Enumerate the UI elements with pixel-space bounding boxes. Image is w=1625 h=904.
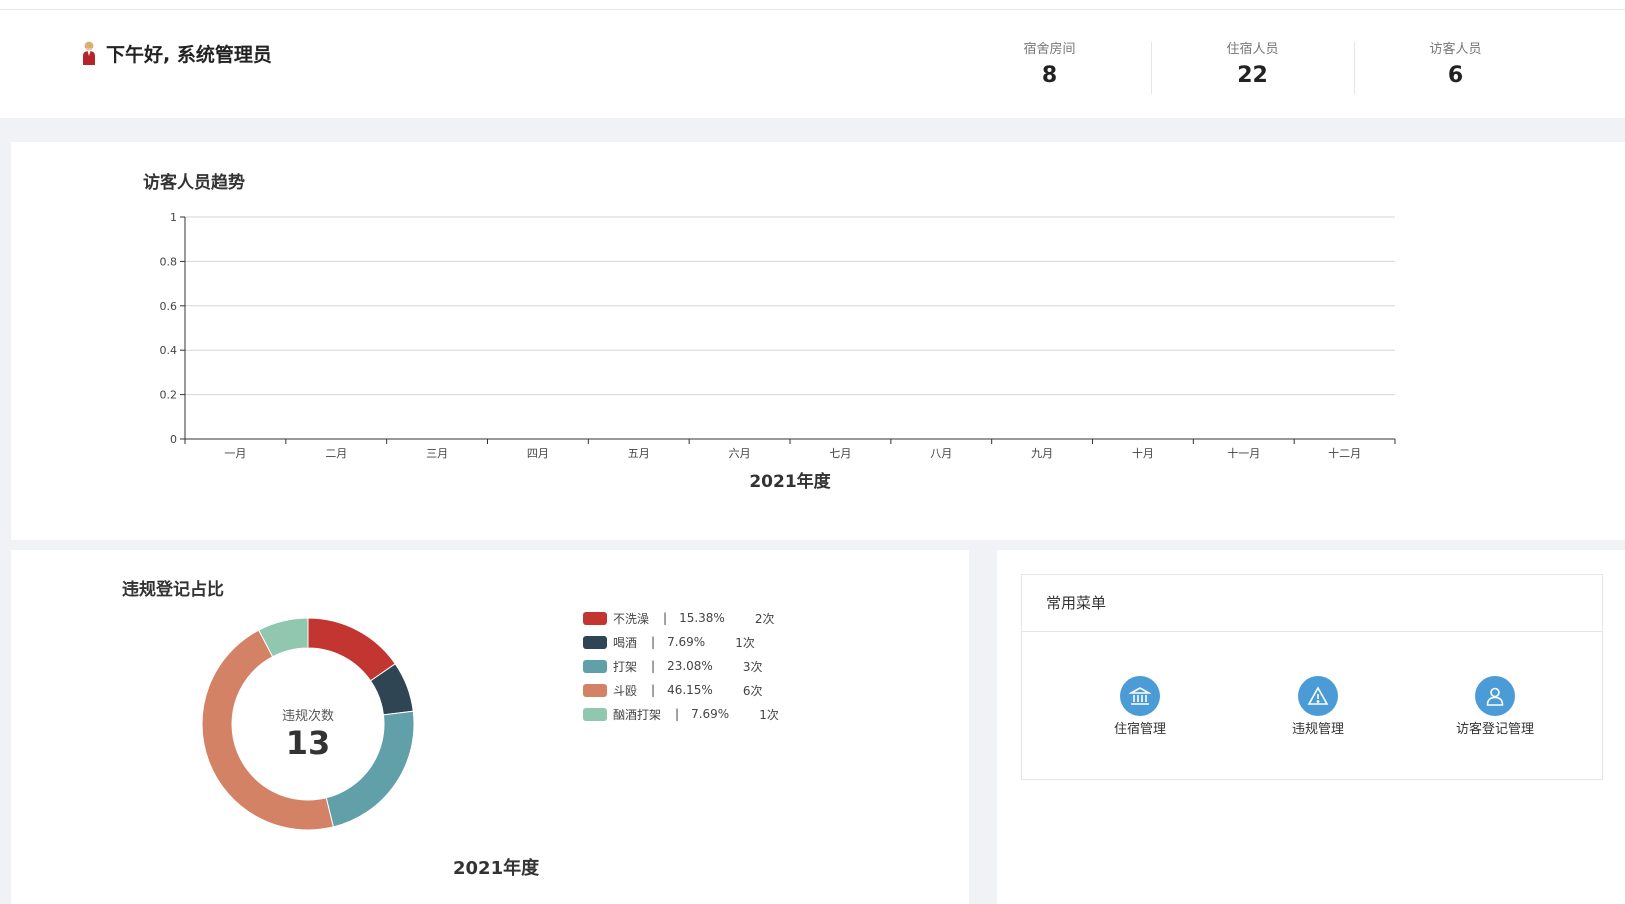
legend-name: 不洗澡 — [613, 611, 650, 626]
legend-count: 3次 — [742, 659, 763, 674]
y-tick-label: 0.4 — [160, 344, 178, 357]
legend-sep: | — [651, 659, 656, 673]
x-tick-label: 十二月 — [1328, 446, 1361, 460]
legend-percent: 15.38% — [679, 611, 725, 625]
stat-value: 22 — [1237, 63, 1268, 88]
y-tick-label: 1 — [170, 211, 177, 224]
warning-icon — [1298, 676, 1338, 716]
donut-slice[interactable] — [307, 617, 396, 682]
menu-item-accommodation[interactable]: 住宿管理 — [1080, 676, 1200, 737]
greeting: 下午好, 系统管理员 — [80, 38, 272, 68]
legend-item[interactable]: 打架 | 23.08% 3次 — [583, 654, 779, 678]
donut-center-value: 13 — [285, 724, 331, 762]
greeting-text: 下午好, 系统管理员 — [106, 43, 272, 66]
admin-avatar-icon — [83, 41, 95, 65]
x-tick-label: 七月 — [829, 447, 851, 460]
x-tick-label: 一月 — [224, 447, 246, 460]
x-tick-label: 五月 — [628, 447, 650, 460]
dashboard-header: 下午好, 系统管理员 宿舍房间 8 住宿人员 22 访客人员 6 — [0, 10, 1625, 118]
legend-percent: 7.69% — [667, 635, 706, 649]
x-tick-label: 十月 — [1132, 446, 1154, 460]
visitor-trend-chart: 0 0.2 0.4 0.6 0.8 1 一月 二月 三月 四月 五月 六月 七月 八月 九月 十月 十一月 十二月… — [160, 211, 1396, 492]
legend-name: 斗殴 — [613, 683, 638, 698]
legend-sep: | — [651, 635, 656, 649]
legend-count: 6次 — [742, 683, 763, 698]
menu-card-title: 常用菜单 — [1022, 575, 1602, 632]
menu-item-violation[interactable]: 违规管理 — [1258, 676, 1378, 737]
legend-swatch — [583, 683, 607, 697]
donut-center-label: 违规次数 — [281, 709, 334, 724]
legend-percent: 23.08% — [667, 659, 713, 673]
y-tick-label: 0.8 — [160, 255, 178, 268]
y-tick-label: 0 — [170, 433, 177, 446]
menu-item-label: 访客登记管理 — [1455, 722, 1534, 737]
legend-item[interactable]: 喝酒 | 7.69% 1次 — [583, 630, 779, 654]
legend-swatch — [583, 611, 607, 625]
stat-label: 住宿人员 — [1226, 42, 1279, 57]
y-tick-label: 0.6 — [160, 300, 178, 313]
legend-name: 酗酒打架 — [613, 707, 662, 722]
stats-bar: 宿舍房间 8 住宿人员 22 访客人员 6 — [948, 36, 1557, 100]
stat-value: 8 — [1041, 63, 1058, 88]
legend-swatch — [583, 659, 607, 673]
violation-year-label: 2021年度 — [453, 858, 540, 879]
legend-swatch — [583, 635, 607, 649]
stat-label: 访客人员 — [1429, 42, 1482, 57]
menu-items: 住宿管理 违规管理 访客登记管理 — [1022, 632, 1602, 779]
legend-percent: 7.69% — [691, 707, 730, 721]
legend-item[interactable]: 不洗澡 | 15.38% 2次 — [583, 606, 779, 630]
stat-residents[interactable]: 住宿人员 22 — [1151, 36, 1354, 100]
common-menu-panel: 常用菜单 住宿管理 违规管理 访客登记管理 — [997, 550, 1625, 904]
legend-name: 打架 — [613, 659, 638, 674]
visitor-trend-panel: 访客人员趋势 0 0.2 0.4 0.6 0.8 1 一月 二月 三月 四月 五月 六月 七月 八月 九月十… — [11, 142, 1625, 540]
stat-rooms[interactable]: 宿舍房间 8 — [948, 36, 1151, 100]
legend-item[interactable]: 酗酒打架 | 7.69% 1次 — [583, 702, 779, 726]
legend-count: 1次 — [759, 707, 779, 722]
violation-panel: 违规登记占比 — [11, 550, 969, 904]
bank-icon — [1120, 676, 1160, 716]
x-tick-label: 九月 — [1031, 447, 1053, 460]
user-icon — [1475, 676, 1515, 716]
y-tick-label: 0.2 — [160, 389, 178, 402]
legend-name: 喝酒 — [613, 635, 638, 650]
menu-item-label: 住宿管理 — [1113, 722, 1166, 737]
legend-percent: 46.15% — [667, 683, 713, 697]
violation-legend: 不洗澡 | 15.38% 2次 喝酒 | 7.69% 1次 打架 | 23.08% 3次 斗殴 | 46.1… — [583, 606, 779, 726]
legend-count: 1次 — [735, 635, 755, 650]
menu-item-visitor[interactable]: 访客登记管理 — [1435, 676, 1555, 737]
legend-swatch — [583, 707, 607, 721]
menu-card: 常用菜单 住宿管理 违规管理 访客登记管理 — [1021, 574, 1603, 780]
stat-value: 6 — [1447, 63, 1464, 88]
x-tick-label: 二月 — [325, 447, 347, 460]
stat-visitors[interactable]: 访客人员 6 — [1354, 36, 1557, 100]
x-tick-label: 四月 — [527, 447, 549, 460]
x-axis-title: 2021年度 — [749, 471, 831, 492]
legend-item[interactable]: 斗殴 | 46.15% 6次 — [583, 678, 779, 702]
x-tick-label: 八月 — [930, 447, 952, 460]
x-tick-label: 三月 — [426, 447, 448, 460]
legend-count: 2次 — [754, 611, 775, 626]
legend-sep: | — [663, 611, 668, 625]
x-tick-label: 十一月 — [1227, 446, 1260, 460]
legend-sep: | — [651, 683, 656, 697]
legend-sep: | — [675, 707, 680, 721]
menu-item-label: 违规管理 — [1291, 722, 1344, 737]
stat-label: 宿舍房间 — [1023, 42, 1076, 57]
x-tick-label: 六月 — [729, 447, 751, 460]
donut-center: 违规次数 13 — [238, 705, 378, 762]
top-divider — [0, 0, 1625, 10]
